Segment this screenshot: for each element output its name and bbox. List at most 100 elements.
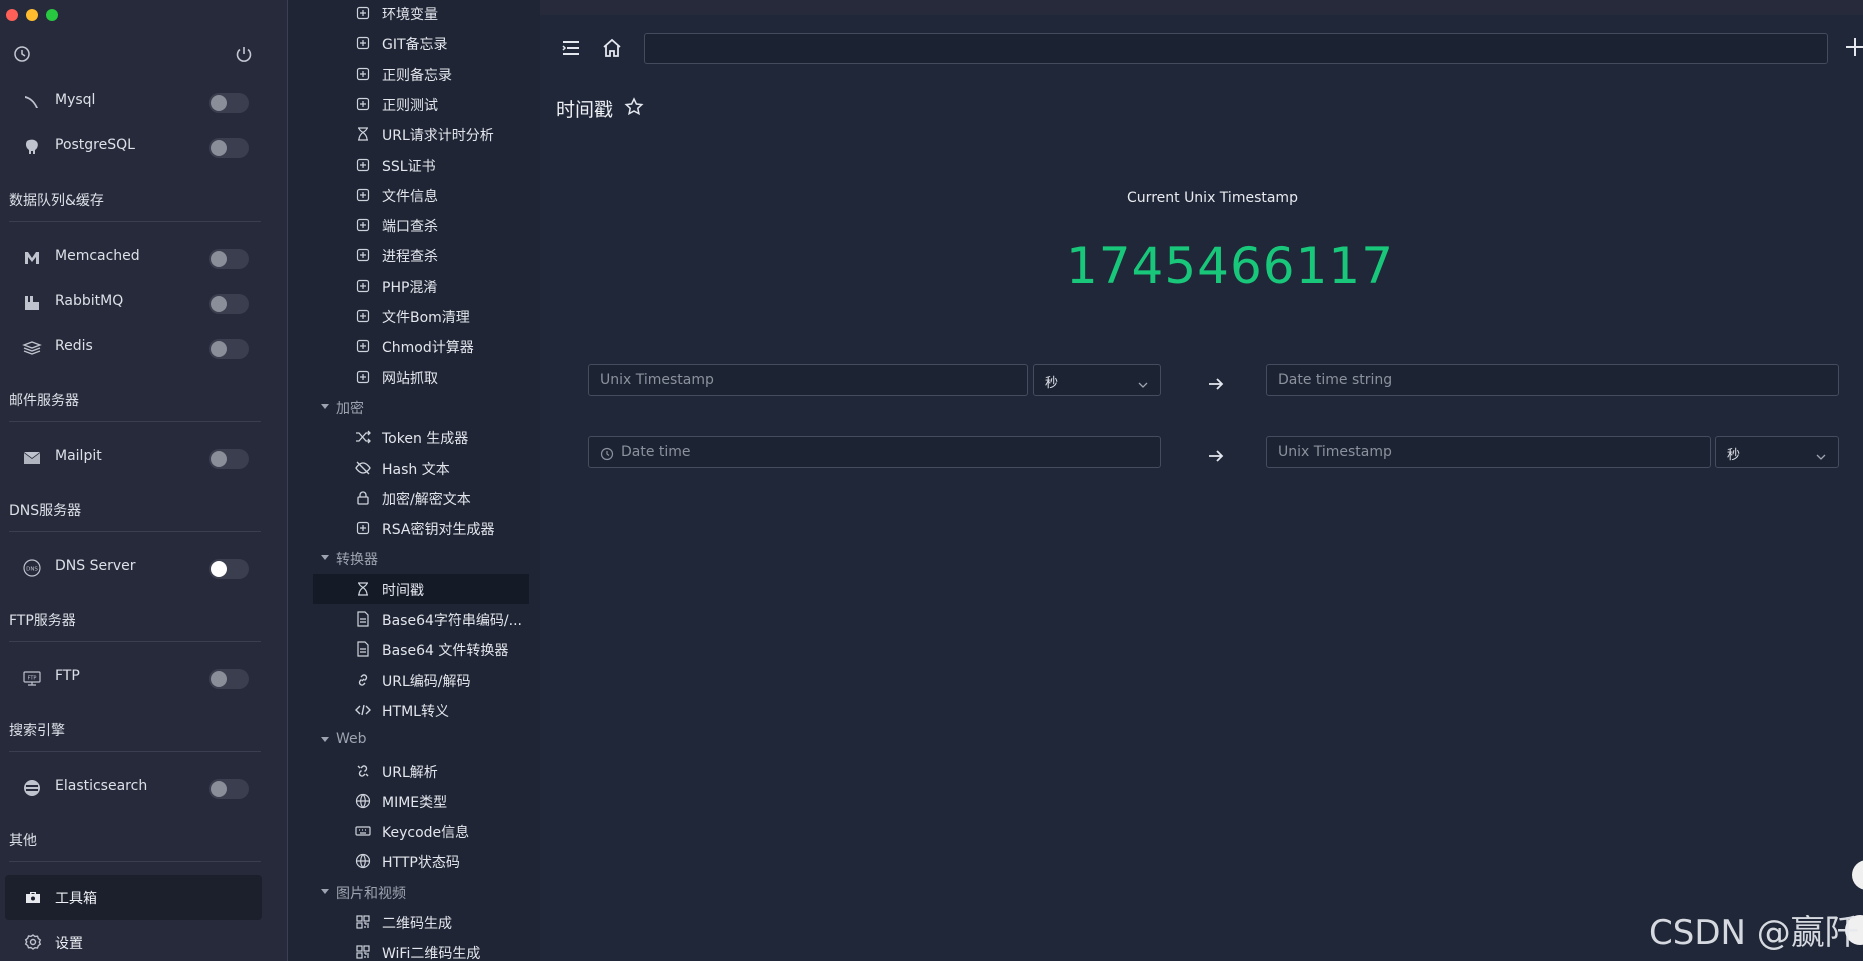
git-icon [355, 35, 371, 51]
tree-item[interactable]: 进程查杀 [288, 240, 540, 270]
file-info-icon [355, 187, 371, 203]
service-row-elasticsearch: Elasticsearch [0, 766, 272, 811]
ftp-icon: FTP [22, 668, 42, 688]
tree-item[interactable]: GIT备忘录 [288, 28, 540, 58]
tree-item[interactable]: URL编码/解码 [288, 665, 540, 695]
group-title-queue-cache: 数据队列&缓存 [9, 193, 104, 209]
arrow-right-icon [1205, 373, 1227, 395]
tree-item[interactable]: URL解析 [288, 756, 540, 786]
sidebar-item-toolbox[interactable]: 工具箱 [5, 875, 262, 920]
mailpit-icon [22, 448, 42, 468]
globe-icon [355, 853, 371, 869]
power-icon[interactable] [234, 44, 254, 64]
tree-category[interactable]: Web [288, 725, 540, 755]
elephant-icon [22, 137, 42, 157]
address-search-input[interactable] [644, 33, 1828, 64]
clock-icon [600, 446, 614, 461]
redis-toggle[interactable] [209, 339, 249, 359]
postgresql-toggle[interactable] [209, 138, 249, 158]
dns-icon: DNS [22, 558, 42, 578]
tree-item[interactable]: 正则测试 [288, 89, 540, 119]
toolbox-icon [24, 888, 42, 906]
tree-item-label: 进程查杀 [382, 249, 438, 265]
date-time-input[interactable]: Date time [588, 436, 1161, 468]
tree-item[interactable]: Base64字符串编码/... [288, 604, 540, 634]
tree-item[interactable]: 文件Bom清理 [288, 301, 540, 331]
tree-item[interactable]: MIME类型 [288, 786, 540, 816]
file-text-icon [355, 611, 371, 627]
tree-item[interactable]: 正则备忘录 [288, 59, 540, 89]
menu-toggle-icon[interactable] [560, 37, 582, 59]
tree-item-label: GIT备忘录 [382, 37, 448, 53]
window-minimize-button[interactable] [26, 9, 38, 21]
tree-item[interactable]: 端口查杀 [288, 210, 540, 240]
caret-down-icon [321, 404, 329, 409]
main-content: 时间戳 Current Unix Timestamp 1745466117 Un… [540, 15, 1863, 961]
window-close-button[interactable] [6, 9, 18, 21]
tree-item[interactable]: 二维码生成 [288, 907, 540, 937]
group-title-ftp: FTP服务器 [9, 613, 76, 629]
tree-category[interactable]: 加密 [288, 392, 540, 422]
rabbitmq-toggle[interactable] [209, 294, 249, 314]
tree-item[interactable]: WiFi二维码生成 [288, 937, 540, 961]
tree-category-label: 加密 [336, 401, 364, 417]
tree-item[interactable]: SSL证书 [288, 150, 540, 180]
date-time-string-placeholder: Date time string [1278, 372, 1393, 388]
tree-item-label: 正则备忘录 [382, 68, 452, 84]
tree-item[interactable]: HTML转义 [288, 695, 540, 725]
tree-item[interactable]: 加密/解密文本 [288, 483, 540, 513]
tree-category[interactable]: 图片和视频 [288, 877, 540, 907]
mysql-toggle[interactable] [209, 93, 249, 113]
tree-item[interactable]: Chmod计算器 [288, 331, 540, 361]
favorite-star-icon[interactable] [624, 97, 644, 117]
unix-timestamp-placeholder: Unix Timestamp [600, 372, 714, 388]
hourglass-icon [355, 126, 371, 142]
tree-category[interactable]: 转换器 [288, 543, 540, 573]
group-title-search: 搜索引擎 [9, 723, 65, 739]
tree-item[interactable]: RSA密钥对生成器 [288, 513, 540, 543]
group-title-other: 其他 [9, 833, 37, 849]
service-label: Memcached [55, 248, 140, 264]
tree-item[interactable]: HTTP状态码 [288, 846, 540, 876]
unix-timestamp-output[interactable]: Unix Timestamp [1266, 436, 1711, 468]
tree-item[interactable]: Base64 文件转换器 [288, 634, 540, 664]
service-label: Redis [55, 338, 93, 354]
elasticsearch-toggle[interactable] [209, 779, 249, 799]
unix-timestamp-input[interactable]: Unix Timestamp [588, 364, 1028, 396]
unit-select[interactable]: 秒 [1033, 364, 1161, 396]
tree-item-label: Keycode信息 [382, 825, 470, 841]
date-time-string-output[interactable]: Date time string [1266, 364, 1839, 396]
watermark: CSDN @赢阡 [1649, 913, 1859, 953]
home-icon[interactable] [601, 37, 623, 59]
ftp-toggle[interactable] [209, 669, 249, 689]
tree-item[interactable]: 时间戳 [313, 574, 529, 604]
service-label: RabbitMQ [55, 293, 124, 309]
group-title-dns: DNS服务器 [9, 503, 82, 519]
sidebar-item-settings[interactable]: 设置 [5, 920, 262, 961]
add-tab-icon[interactable] [1843, 35, 1863, 59]
tree-item[interactable]: Token 生成器 [288, 422, 540, 452]
tree-item[interactable]: Hash 文本 [288, 453, 540, 483]
tree-item[interactable]: 文件信息 [288, 180, 540, 210]
rabbitmq-icon [22, 293, 42, 313]
tree-item[interactable]: PHP混淆 [288, 271, 540, 301]
file-text-icon [355, 641, 371, 657]
service-row-rabbitmq: RabbitMQ [0, 281, 272, 326]
service-label: Mysql [55, 92, 96, 108]
dns-server-toggle[interactable] [209, 559, 249, 579]
tree-item[interactable]: Keycode信息 [288, 816, 540, 846]
tree-item-label: 网站抓取 [382, 371, 438, 387]
link-icon [355, 672, 371, 688]
window-zoom-button[interactable] [46, 9, 58, 21]
tree-item[interactable]: 网站抓取 [288, 362, 540, 392]
unit-select-2[interactable]: 秒 [1715, 436, 1839, 468]
history-clock-icon[interactable] [12, 44, 32, 64]
tree-item[interactable]: URL请求计时分析 [288, 119, 540, 149]
eye-off-icon [355, 460, 371, 476]
mailpit-toggle[interactable] [209, 449, 249, 469]
memcached-toggle[interactable] [209, 249, 249, 269]
tree-item-label: 二维码生成 [382, 916, 452, 932]
service-row-memcached: Memcached [0, 236, 272, 281]
tree-item[interactable]: 环境变量 [288, 0, 540, 28]
group-divider [9, 421, 261, 422]
